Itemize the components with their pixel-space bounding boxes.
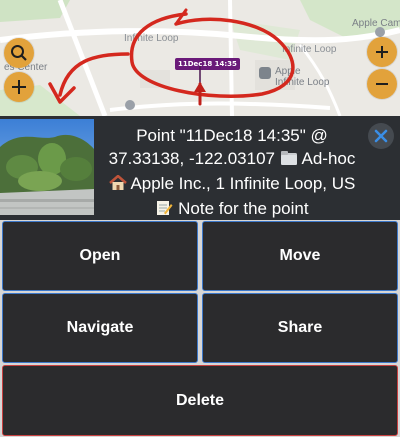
point-photo-thumbnail[interactable] xyxy=(0,119,94,215)
search-icon xyxy=(11,45,27,61)
open-button[interactable]: Open xyxy=(2,221,198,291)
point-pin-icon[interactable] xyxy=(192,66,208,106)
photo-image xyxy=(0,119,94,215)
zoom-in-button[interactable] xyxy=(367,37,397,67)
minus-icon xyxy=(376,83,388,85)
zoom-out-button[interactable] xyxy=(367,69,397,99)
point-address-line: Apple Inc., 1 Infinite Loop, US xyxy=(94,172,370,197)
apple-store-marker-icon[interactable] xyxy=(259,67,271,79)
plus-icon xyxy=(376,46,388,58)
point-note: Note for the point xyxy=(178,199,309,218)
point-actions: Open Move Navigate Share Delete xyxy=(0,220,400,437)
place-label-infinite-loop: Infinite Loop xyxy=(275,77,330,88)
point-note-line: Note for the point xyxy=(94,197,370,222)
point-title-line1: Point "11Dec18 14:35" @ xyxy=(136,126,328,145)
navigate-button[interactable]: Navigate xyxy=(2,293,198,363)
folder-icon xyxy=(280,149,298,172)
point-info-panel: Point "11Dec18 14:35" @ 37.33138, -122.0… xyxy=(0,116,400,220)
house-icon xyxy=(108,174,127,197)
road-label: Infinite Loop xyxy=(124,33,179,44)
close-icon xyxy=(374,129,388,143)
close-button[interactable] xyxy=(368,123,394,149)
point-category: Ad-hoc xyxy=(301,149,356,168)
point-address: Apple Inc., 1 Infinite Loop, US xyxy=(130,174,356,193)
point-coordinates-line: 37.33138, -122.03107 Ad-hoc xyxy=(94,147,370,172)
map-view[interactable]: Infinite Loop Infinite Loop Apple Campu … xyxy=(0,0,400,116)
add-point-map-button[interactable] xyxy=(4,72,34,102)
point-details: Point "11Dec18 14:35" @ 37.33138, -122.0… xyxy=(94,124,370,222)
delete-button[interactable]: Delete xyxy=(2,365,398,436)
share-button[interactable]: Share xyxy=(202,293,398,363)
move-button[interactable]: Move xyxy=(202,221,398,291)
search-map-button[interactable] xyxy=(4,38,34,68)
point-coordinates: 37.33138, -122.03107 xyxy=(108,149,275,168)
road-label: Infinite Loop xyxy=(282,44,337,55)
plus-icon xyxy=(12,80,26,94)
place-label-apple-campus: Apple Campu xyxy=(352,18,400,29)
place-label-apple: Apple xyxy=(275,66,301,77)
memo-icon xyxy=(155,199,173,222)
